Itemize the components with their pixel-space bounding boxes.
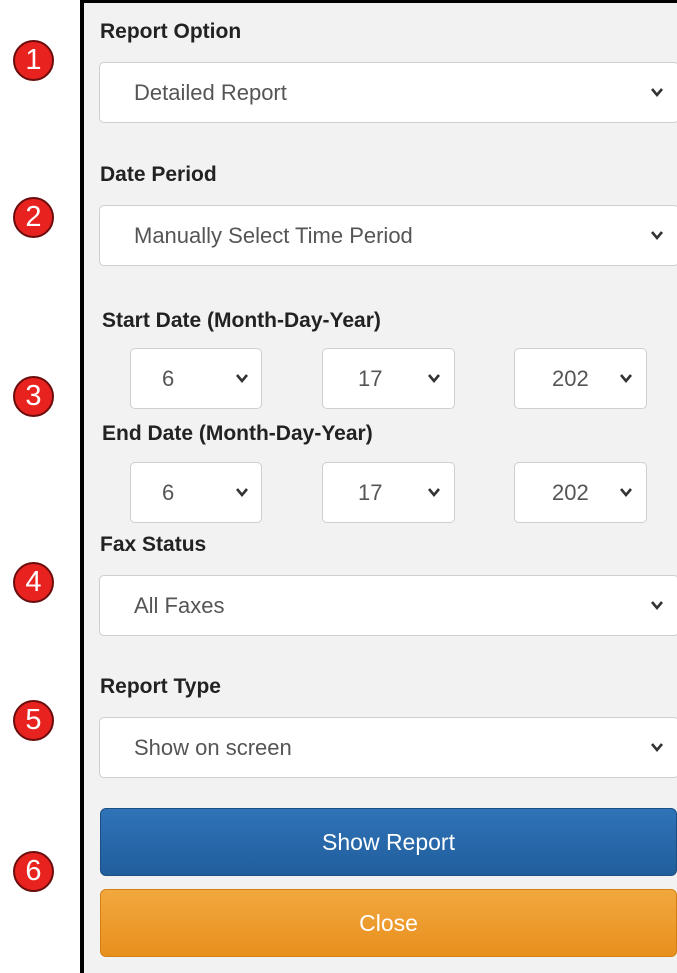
date-period-label: Date Period bbox=[100, 163, 217, 186]
fax-status-value: All Faxes bbox=[134, 593, 225, 618]
chevron-down-icon bbox=[235, 371, 249, 385]
chevron-down-icon bbox=[235, 485, 249, 499]
chevron-down-icon bbox=[650, 598, 664, 612]
chevron-down-icon bbox=[427, 485, 441, 499]
report-option-label: Report Option bbox=[100, 20, 242, 43]
chevron-down-icon bbox=[650, 85, 664, 99]
start-year-value: 202 bbox=[552, 366, 589, 391]
end-month-value: 6 bbox=[162, 480, 175, 505]
report-option-value: Detailed Report bbox=[134, 80, 287, 105]
end-year-value: 202 bbox=[552, 480, 589, 505]
fax-status-label: Fax Status bbox=[100, 533, 207, 556]
fax-status-select[interactable]: All Faxes bbox=[99, 575, 677, 636]
report-type-value: Show on screen bbox=[134, 735, 292, 760]
end-month-select[interactable]: 6 bbox=[130, 462, 262, 523]
callout-marker-3: 3 bbox=[13, 376, 54, 417]
chevron-down-icon bbox=[427, 371, 441, 385]
start-month-select[interactable]: 6 bbox=[130, 348, 262, 409]
chevron-down-icon bbox=[650, 740, 664, 754]
chevron-down-icon bbox=[650, 228, 664, 242]
start-day-value: 17 bbox=[358, 366, 383, 391]
callout-marker-5: 5 bbox=[13, 700, 54, 741]
callout-marker-4: 4 bbox=[13, 562, 54, 603]
close-button[interactable]: Close bbox=[100, 889, 677, 957]
end-year-select[interactable]: 202 bbox=[514, 462, 647, 523]
start-day-select[interactable]: 17 bbox=[322, 348, 455, 409]
report-option-select[interactable]: Detailed Report bbox=[99, 62, 677, 123]
chevron-down-icon bbox=[619, 485, 633, 499]
start-year-select[interactable]: 202 bbox=[514, 348, 647, 409]
report-type-select[interactable]: Show on screen bbox=[99, 717, 677, 778]
report-type-label: Report Type bbox=[100, 675, 221, 698]
callout-marker-6: 6 bbox=[13, 851, 54, 892]
callout-marker-2: 2 bbox=[13, 197, 54, 238]
end-day-value: 17 bbox=[358, 480, 383, 505]
show-report-button[interactable]: Show Report bbox=[100, 808, 677, 876]
date-period-select[interactable]: Manually Select Time Period bbox=[99, 205, 677, 266]
date-period-value: Manually Select Time Period bbox=[134, 223, 413, 248]
start-date-label: Start Date (Month-Day-Year) bbox=[102, 309, 381, 332]
callout-marker-1: 1 bbox=[13, 40, 54, 81]
end-date-label: End Date (Month-Day-Year) bbox=[102, 422, 373, 445]
start-month-value: 6 bbox=[162, 366, 175, 391]
chevron-down-icon bbox=[619, 371, 633, 385]
end-day-select[interactable]: 17 bbox=[322, 462, 455, 523]
